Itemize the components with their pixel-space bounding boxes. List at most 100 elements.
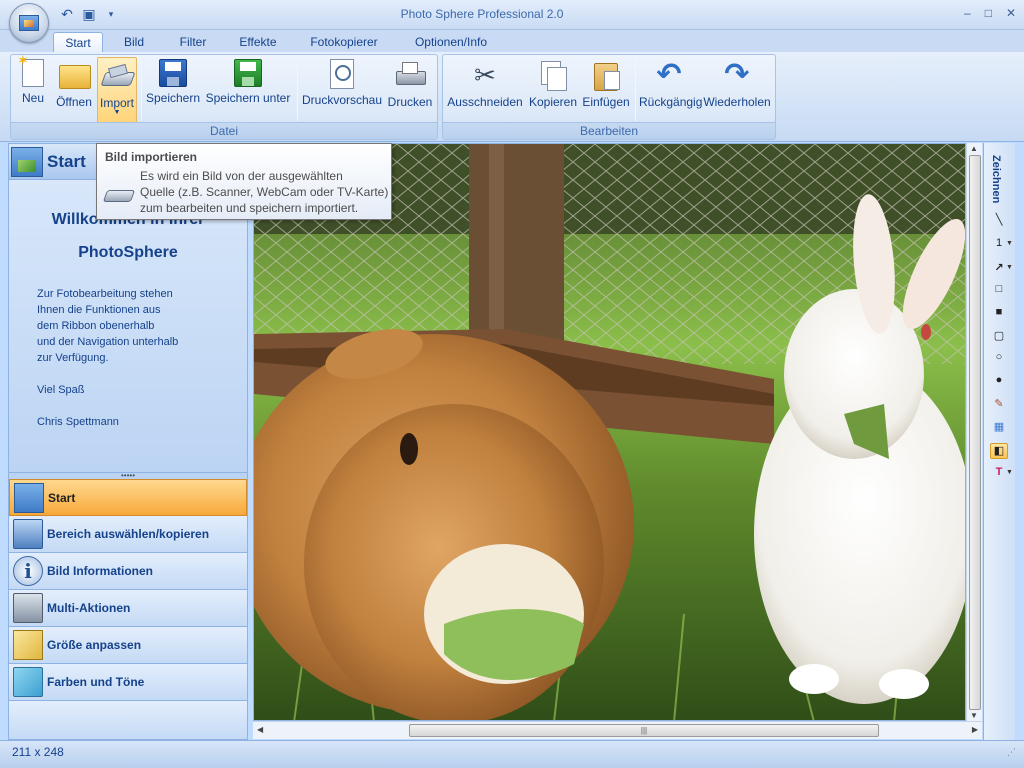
- copy-button[interactable]: Kopieren: [527, 57, 579, 121]
- import-tooltip: Bild importieren Es wird ein Bild von de…: [96, 143, 392, 220]
- window-controls: – □ ✕: [964, 6, 1016, 20]
- color-tools-icon: [13, 667, 43, 697]
- scroll-down-icon[interactable]: ▼: [970, 711, 978, 720]
- scanner-icon: [105, 182, 133, 204]
- chevron-down-icon: ▼: [113, 109, 121, 116]
- window-title: Photo Sphere Professional 2.0: [400, 7, 564, 21]
- rectangle-tool-icon[interactable]: □: [990, 283, 1008, 299]
- group-datei: Neu Öffnen Import ▼ Speichern Speichern …: [10, 52, 438, 140]
- scanner-icon: [101, 60, 133, 92]
- drawing-toolbar-title: Zeichnen: [990, 155, 1002, 204]
- vertical-scrollbar[interactable]: ▲ ▼: [966, 143, 982, 721]
- save-icon: [159, 59, 187, 87]
- tooltip-title: Bild importieren: [105, 150, 198, 164]
- nav-item-start[interactable]: Start: [9, 479, 247, 516]
- save-button[interactable]: Speichern: [145, 57, 201, 121]
- resize-grip-icon[interactable]: ⋰: [1007, 747, 1016, 758]
- maximize-button[interactable]: □: [985, 6, 992, 20]
- info-icon: i: [13, 556, 43, 586]
- nav-item-select-copy[interactable]: Bereich auswählen/kopieren: [9, 516, 247, 553]
- rounded-rectangle-tool-icon[interactable]: ▢: [990, 329, 1008, 345]
- tab-bild[interactable]: Bild: [112, 32, 156, 53]
- cut-button[interactable]: ✂ Ausschneiden: [445, 57, 525, 121]
- nav-list: Start Bereich auswählen/kopieren i Bild …: [9, 479, 247, 739]
- separator: [297, 61, 298, 121]
- group-label-datei: Datei: [11, 122, 437, 139]
- paste-icon: [590, 59, 622, 91]
- scroll-left-icon[interactable]: ◀: [257, 725, 263, 734]
- open-button[interactable]: Öffnen: [53, 57, 95, 121]
- import-button[interactable]: Import ▼: [97, 57, 137, 123]
- fill-tool-icon[interactable]: ◧: [990, 443, 1008, 459]
- nav-footer: [9, 701, 247, 739]
- scroll-up-icon[interactable]: ▲: [970, 144, 978, 153]
- navigation-pane: Start Willkommen in Ihrer PhotoSphere Zu…: [8, 143, 248, 740]
- splitter-grip[interactable]: •••••: [9, 472, 247, 480]
- redo-icon: ↷: [724, 58, 750, 91]
- chevron-down-icon[interactable]: ▼: [1006, 264, 1013, 271]
- multi-images-icon: [13, 593, 43, 623]
- drawing-toolbar: Zeichnen ╲ 1 ▼ ↗ ▼ □ ■ ▢ ○ ● ✎ ▦ ◧ T ▼: [983, 143, 1015, 740]
- vertical-scroll-thumb[interactable]: [969, 155, 981, 710]
- tab-fotokopierer[interactable]: Fotokopierer: [300, 32, 388, 53]
- printer-icon: [394, 59, 426, 91]
- copy-icon: [537, 59, 569, 91]
- ribbon-tabs: Start Bild Filter Effekte Fotokopierer O…: [0, 30, 1024, 53]
- ellipse-tool-icon[interactable]: ○: [990, 351, 1008, 367]
- print-button[interactable]: Drucken: [385, 57, 435, 121]
- filled-ellipse-tool-icon[interactable]: ●: [990, 374, 1008, 390]
- scissors-icon: ✂: [474, 60, 496, 90]
- scroll-right-icon[interactable]: ▶: [972, 725, 978, 734]
- tab-start[interactable]: Start: [53, 32, 103, 53]
- paste-button[interactable]: Einfügen: [581, 57, 631, 121]
- folder-open-icon: [58, 59, 91, 91]
- minimize-button[interactable]: –: [964, 6, 971, 20]
- monitor-icon: [13, 519, 43, 549]
- chevron-down-icon[interactable]: ▼: [1006, 469, 1013, 476]
- welcome-panel: Willkommen in Ihrer PhotoSphere Zur Foto…: [9, 180, 247, 472]
- welcome-app-name: PhotoSphere: [78, 244, 178, 261]
- ruler-icon: [13, 630, 43, 660]
- nav-item-resize[interactable]: Größe anpassen: [9, 627, 247, 664]
- filled-rectangle-tool-icon[interactable]: ■: [990, 306, 1008, 322]
- print-preview-button[interactable]: Druckvorschau: [301, 57, 383, 121]
- tooltip-body: Es wird ein Bild von der ausgewählten Qu…: [140, 169, 389, 215]
- tab-effekte[interactable]: Effekte: [229, 32, 287, 53]
- image-dimensions: 211 x 248: [12, 745, 64, 759]
- ribbon: Neu Öffnen Import ▼ Speichern Speichern …: [0, 52, 1024, 142]
- save-as-icon: [234, 59, 262, 87]
- pencil-tool-icon[interactable]: ✎: [990, 397, 1008, 413]
- tab-optionen-info[interactable]: Optionen/Info: [402, 32, 500, 53]
- group-label-bearbeiten: Bearbeiten: [443, 122, 775, 139]
- line-tool-icon[interactable]: ╲: [990, 213, 1008, 229]
- new-file-icon: [17, 52, 44, 87]
- chevron-down-icon[interactable]: ▼: [1006, 240, 1013, 247]
- new-button[interactable]: Neu: [15, 52, 51, 121]
- undo-icon: ↶: [656, 58, 682, 91]
- picture-icon: [14, 483, 44, 513]
- group-bearbeiten: ✂ Ausschneiden Kopieren Einfügen ↶ Rückg…: [442, 54, 776, 140]
- status-bar: 211 x 248 ⋰: [0, 740, 1024, 768]
- picture-icon: [11, 147, 43, 177]
- nav-item-colors[interactable]: Farben und Töne: [9, 664, 247, 701]
- pane-title: Start: [47, 152, 86, 171]
- separator: [635, 61, 636, 121]
- separator: [141, 61, 142, 121]
- title-bar: ↶ ▣ ▾ Photo Sphere Professional 2.0 – □ …: [0, 0, 1024, 43]
- save-as-button[interactable]: Speichern unter: [203, 57, 293, 121]
- close-button[interactable]: ✕: [1006, 6, 1016, 20]
- redo-button[interactable]: ↷ Wiederholen: [701, 57, 773, 121]
- nav-item-multi-actions[interactable]: Multi-Aktionen: [9, 590, 247, 627]
- image-canvas[interactable]: [253, 143, 966, 721]
- print-preview-icon: [330, 59, 354, 89]
- application-menu-button[interactable]: [9, 3, 49, 43]
- nav-item-image-info[interactable]: i Bild Informationen: [9, 553, 247, 590]
- welcome-text: Zur Fotobearbeitung stehen Ihnen die Fun…: [37, 288, 179, 428]
- horizontal-scrollbar[interactable]: ◀ ||| ▶: [253, 721, 982, 739]
- color-palette-icon[interactable]: ▦: [990, 420, 1008, 436]
- rabbits-photo: [254, 144, 965, 720]
- app-logo-icon: [19, 15, 39, 31]
- horizontal-scroll-thumb[interactable]: |||: [409, 724, 879, 737]
- undo-button[interactable]: ↶ Rückgängig: [639, 57, 702, 121]
- tab-filter[interactable]: Filter: [168, 32, 218, 53]
